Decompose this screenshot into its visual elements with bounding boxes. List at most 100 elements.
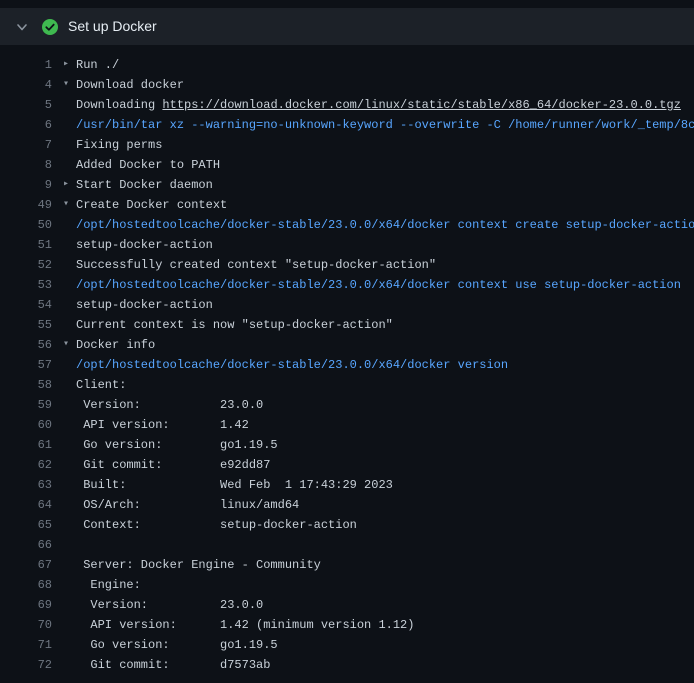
log-group-label[interactable]: Docker info xyxy=(76,335,155,355)
log-line: 59 Version: 23.0.0 xyxy=(0,395,694,415)
line-number[interactable]: 72 xyxy=(0,655,52,675)
log-text: Version: 23.0.0 xyxy=(76,395,263,415)
line-number[interactable]: 59 xyxy=(0,395,52,415)
line-number[interactable]: 61 xyxy=(0,435,52,455)
chevron-right-icon[interactable]: ▸ xyxy=(63,55,76,75)
line-number[interactable]: 60 xyxy=(0,415,52,435)
line-content: /opt/hostedtoolcache/docker-stable/23.0.… xyxy=(52,355,694,375)
log-line: 53/opt/hostedtoolcache/docker-stable/23.… xyxy=(0,275,694,295)
line-number[interactable]: 57 xyxy=(0,355,52,375)
line-number[interactable]: 63 xyxy=(0,475,52,495)
line-number[interactable]: 56 xyxy=(0,335,52,355)
log-line: 64 OS/Arch: linux/amd64 xyxy=(0,495,694,515)
chevron-spacer xyxy=(63,215,76,235)
line-content: OS/Arch: linux/amd64 xyxy=(52,495,694,515)
chevron-spacer xyxy=(63,295,76,315)
line-number[interactable]: 49 xyxy=(0,195,52,215)
log-line: 9 ▸Start Docker daemon xyxy=(0,175,694,195)
chevron-spacer xyxy=(63,655,76,675)
log-text: /usr/bin/tar xz --warning=no-unknown-key… xyxy=(76,115,694,135)
line-content: /usr/bin/tar xz --warning=no-unknown-key… xyxy=(52,115,694,135)
line-number[interactable]: 70 xyxy=(0,615,52,635)
line-number[interactable]: 4 xyxy=(0,75,52,95)
log-line: 60 API version: 1.42 xyxy=(0,415,694,435)
log-text: API version: 1.42 xyxy=(76,415,249,435)
log-text: Successfully created context "setup-dock… xyxy=(76,255,436,275)
log-text: Built: Wed Feb 1 17:43:29 2023 xyxy=(76,475,393,495)
log-line: 49 ▾Create Docker context xyxy=(0,195,694,215)
chevron-spacer xyxy=(63,575,76,595)
line-number[interactable]: 7 xyxy=(0,135,52,155)
log-line: 5Downloading https://download.docker.com… xyxy=(0,95,694,115)
line-number[interactable]: 5 xyxy=(0,95,52,115)
line-number[interactable]: 6 xyxy=(0,115,52,135)
chevron-down-icon[interactable]: ▾ xyxy=(63,335,76,355)
line-number[interactable]: 69 xyxy=(0,595,52,615)
line-number[interactable]: 54 xyxy=(0,295,52,315)
log-line: 54 setup-docker-action xyxy=(0,295,694,315)
log-text: Engine: xyxy=(76,575,141,595)
log-line: 51setup-docker-action xyxy=(0,235,694,255)
log-line: 6/usr/bin/tar xz --warning=no-unknown-ke… xyxy=(0,115,694,135)
line-content: ▸Run ./ xyxy=(52,55,694,75)
log-link[interactable]: https://download.docker.com/linux/static… xyxy=(162,95,680,115)
chevron-spacer xyxy=(63,395,76,415)
line-content: Git commit: d7573ab xyxy=(52,655,694,675)
chevron-down-icon[interactable]: ▾ xyxy=(63,195,76,215)
line-content: Fixing perms xyxy=(52,135,694,155)
log-line: 66 xyxy=(0,535,694,555)
line-number[interactable]: 50 xyxy=(0,215,52,235)
log-text: setup-docker-action xyxy=(76,295,213,315)
line-content: Version: 23.0.0 xyxy=(52,595,694,615)
log-group-label[interactable]: Download docker xyxy=(76,75,184,95)
log-line: 71 Go version: go1.19.5 xyxy=(0,635,694,655)
line-number[interactable]: 66 xyxy=(0,535,52,555)
chevron-spacer xyxy=(63,155,76,175)
line-number[interactable]: 52 xyxy=(0,255,52,275)
line-content: Go version: go1.19.5 xyxy=(52,435,694,455)
line-number[interactable]: 51 xyxy=(0,235,52,255)
line-number[interactable]: 64 xyxy=(0,495,52,515)
log-line: 72 Git commit: d7573ab xyxy=(0,655,694,675)
chevron-spacer xyxy=(63,595,76,615)
line-number[interactable]: 68 xyxy=(0,575,52,595)
chevron-spacer xyxy=(63,275,76,295)
log-line: 55 Current context is now "setup-docker-a… xyxy=(0,315,694,335)
log-text: /opt/hostedtoolcache/docker-stable/23.0.… xyxy=(76,275,681,295)
chevron-spacer xyxy=(63,375,76,395)
top-strip xyxy=(0,0,694,8)
log-line: 70 API version: 1.42 (minimum version 1.… xyxy=(0,615,694,635)
line-content: Go version: go1.19.5 xyxy=(52,635,694,655)
log-text: Current context is now "setup-docker-act… xyxy=(76,315,393,335)
line-content: Current context is now "setup-docker-act… xyxy=(52,315,694,335)
line-content: Added Docker to PATH xyxy=(52,155,694,175)
check-circle-icon xyxy=(42,19,58,35)
line-number[interactable]: 53 xyxy=(0,275,52,295)
log-lines: 1▸Run ./4▾Download docker5Downloading ht… xyxy=(0,55,694,675)
log-line: 58Client: xyxy=(0,375,694,395)
line-number[interactable]: 62 xyxy=(0,455,52,475)
chevron-right-icon[interactable]: ▸ xyxy=(63,175,76,195)
line-number[interactable]: 67 xyxy=(0,555,52,575)
log-group-label[interactable]: Run ./ xyxy=(76,55,119,75)
line-content: Downloading https://download.docker.com/… xyxy=(52,95,694,115)
chevron-down-icon[interactable]: ▾ xyxy=(63,75,76,95)
log-text: Go version: go1.19.5 xyxy=(76,635,278,655)
chevron-down-icon[interactable] xyxy=(16,21,28,33)
line-number[interactable]: 1 xyxy=(0,55,52,75)
log-group-label[interactable]: Create Docker context xyxy=(76,195,227,215)
chevron-spacer xyxy=(63,415,76,435)
chevron-spacer xyxy=(63,255,76,275)
line-number[interactable]: 55 xyxy=(0,315,52,335)
log-text: Downloading xyxy=(76,95,162,115)
log-text: Fixing perms xyxy=(76,135,162,155)
line-number[interactable]: 9 xyxy=(0,175,52,195)
line-number[interactable]: 8 xyxy=(0,155,52,175)
step-header-setup-docker[interactable]: Set up Docker xyxy=(0,8,694,45)
line-number[interactable]: 58 xyxy=(0,375,52,395)
log-group-label[interactable]: Start Docker daemon xyxy=(76,175,213,195)
chevron-spacer xyxy=(63,235,76,255)
line-number[interactable]: 65 xyxy=(0,515,52,535)
log-line: 56 ▾Docker info xyxy=(0,335,694,355)
line-number[interactable]: 71 xyxy=(0,635,52,655)
